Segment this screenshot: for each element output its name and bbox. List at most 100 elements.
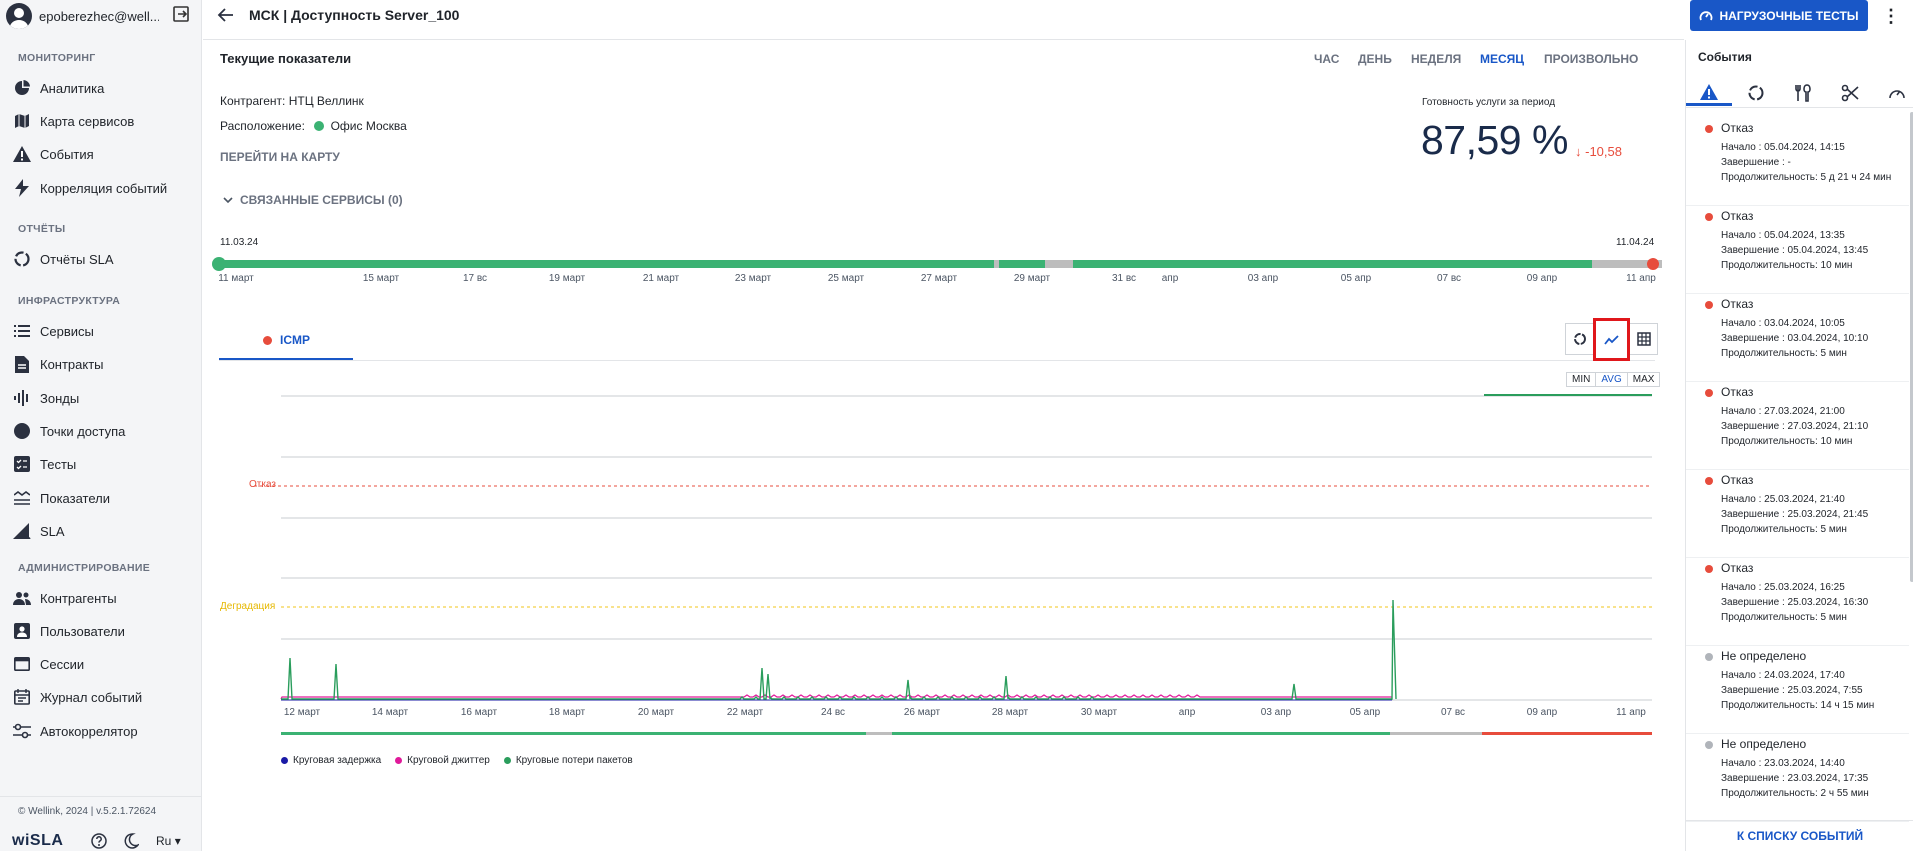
- line-chart-icon: [1603, 334, 1619, 345]
- contractor-text: Контрагент: НТЦ Веллинк: [220, 94, 364, 108]
- event-duration: Продолжительность: 5 д 21 ч 24 мин: [1721, 172, 1892, 183]
- user-email: epoberezhec@well...: [39, 8, 159, 24]
- tab-icmp-label: ICMP: [280, 333, 310, 347]
- gauge-icon: [1700, 10, 1713, 20]
- sidebar-item-correlation[interactable]: Корреляция событий: [12, 176, 192, 200]
- agg-avg[interactable]: AVG: [1595, 373, 1626, 386]
- timeline-segment-ok: [999, 260, 1045, 268]
- tab-alerts[interactable]: [1686, 80, 1732, 106]
- legend-label: Круговая задержка: [293, 755, 382, 766]
- event-item[interactable]: Отказ Начало : 03.04.2024, 10:05 Завершени…: [1686, 294, 1909, 382]
- section-monitoring: МОНИТОРИНГ: [18, 52, 96, 64]
- event-end: Завершение : 27.03.2024, 21:10: [1721, 421, 1869, 432]
- chart-tick-label: 22 март: [726, 707, 764, 718]
- timeline-tick-label: 27 март: [920, 273, 958, 284]
- period-month[interactable]: МЕСЯЦ: [1480, 52, 1524, 66]
- event-duration: Продолжительность: 10 мин: [1721, 436, 1853, 447]
- logout-icon[interactable]: [172, 5, 190, 23]
- agg-max[interactable]: MAX: [1626, 373, 1660, 386]
- more-options-icon[interactable]: ⋮: [1882, 6, 1900, 27]
- user-menu[interactable]: epoberezhec@well...: [6, 3, 196, 29]
- sidebar-divider: [0, 796, 202, 797]
- event-item[interactable]: Не определено Начало : 23.03.2024, 14:40 З…: [1686, 734, 1909, 822]
- sidebar-item-analytics[interactable]: Аналитика: [12, 76, 192, 100]
- timeline-tick-label: 21 март: [642, 273, 680, 284]
- timeline-start-handle[interactable]: [212, 257, 226, 271]
- chart-tick-label: 26 март: [903, 707, 941, 718]
- legend-item-loss[interactable]: Круговые потери пакетов: [503, 755, 633, 766]
- event-end: Завершение : 25.03.2024, 16:30: [1721, 597, 1869, 608]
- event-item[interactable]: Отказ Начало : 25.03.2024, 16:25 Завершени…: [1686, 558, 1909, 646]
- period-day[interactable]: ДЕНЬ: [1358, 52, 1392, 66]
- section-reports: ОТЧЁТЫ: [18, 223, 66, 235]
- sidebar-item-sla-reports[interactable]: Отчёты SLA: [12, 247, 192, 271]
- event-start: Начало : 03.04.2024, 10:05: [1721, 318, 1845, 329]
- agg-min[interactable]: MIN: [1567, 373, 1595, 386]
- chart-tick-label: 05 апр: [1349, 707, 1381, 718]
- tab-icmp[interactable]: ICMP: [263, 333, 310, 347]
- donut-icon: [1573, 333, 1586, 345]
- sidebar-item-label: Отчёты SLA: [40, 251, 114, 267]
- tab-gauge[interactable]: [1874, 80, 1913, 106]
- legend-item-delay[interactable]: Круговая задержка: [281, 755, 381, 766]
- sidebar-item-service-map[interactable]: Карта сервисов: [12, 109, 192, 133]
- event-status-dot: [1705, 653, 1713, 661]
- help-icon[interactable]: [91, 833, 107, 849]
- to-events-list-button[interactable]: К СПИСКУ СОБЫТИЙ: [1686, 820, 1913, 851]
- donut-view-button[interactable]: [1565, 323, 1594, 355]
- dark-mode-icon[interactable]: [123, 833, 139, 849]
- page-title: МСК | Доступность Server_100: [249, 7, 460, 23]
- sidebar-item-services[interactable]: Сервисы: [12, 319, 192, 343]
- events-panel-tabs: [1686, 76, 1913, 108]
- event-end: Завершение : 25.03.2024, 21:45: [1721, 509, 1869, 520]
- timeline-segment-undefined: [994, 260, 999, 268]
- tools-icon: [1795, 84, 1811, 102]
- timeline-tick-label: 25 март: [827, 273, 865, 284]
- event-item[interactable]: Отказ Начало : 27.03.2024, 21:00 Завершени…: [1686, 382, 1909, 470]
- sidebar-item-label: Карта сервисов: [40, 113, 135, 129]
- related-services-toggle[interactable]: СВЯЗАННЫЕ СЕРВИСЫ (0): [222, 193, 403, 207]
- go-to-map-link[interactable]: ПЕРЕЙТИ НА КАРТУ: [220, 150, 340, 164]
- legend-dot: [395, 757, 403, 764]
- event-start: Начало : 24.03.2024, 17:40: [1721, 670, 1845, 681]
- language-select[interactable]: Ru ▾: [156, 834, 181, 848]
- event-duration: Продолжительность: 2 ч 55 мин: [1721, 788, 1869, 799]
- event-item[interactable]: Отказ Начало : 25.03.2024, 21:40 Завершени…: [1686, 470, 1909, 558]
- period-custom[interactable]: ПРОИЗВОЛЬНО: [1544, 52, 1638, 66]
- refresh-icon: [12, 249, 32, 269]
- tab-tools[interactable]: [1780, 80, 1826, 106]
- load-tests-button[interactable]: НАГРУЗОЧНЫЕ ТЕСТЫ: [1690, 0, 1868, 31]
- table-view-button[interactable]: [1629, 323, 1658, 355]
- pie-chart-icon: [12, 78, 32, 98]
- timeline-end-handle[interactable]: [1647, 258, 1659, 270]
- timeline-segment-ok: [222, 260, 994, 268]
- event-status: Отказ: [1721, 209, 1754, 223]
- event-end: Завершение : 25.03.2024, 7:55: [1721, 685, 1863, 696]
- timeline-segment-undefined: [1045, 260, 1073, 268]
- period-week[interactable]: НЕДЕЛЯ: [1411, 52, 1461, 66]
- degradation-threshold-label: Деградация: [220, 601, 276, 612]
- event-item[interactable]: Отказ Начало : 05.04.2024, 14:15 Завершени…: [1686, 118, 1909, 206]
- event-duration: Продолжительность: 5 мин: [1721, 524, 1847, 535]
- period-hour[interactable]: ЧАС: [1314, 52, 1339, 66]
- legend-item-jitter[interactable]: Круговой джиттер: [395, 755, 490, 766]
- warning-icon: [1700, 83, 1718, 100]
- table-icon: [1636, 332, 1651, 346]
- event-start: Начало : 25.03.2024, 21:40: [1721, 494, 1845, 505]
- back-arrow-icon[interactable]: [217, 6, 235, 24]
- chart-tick-label: 09 апр: [1526, 707, 1558, 718]
- location-label: Расположение:: [220, 119, 305, 133]
- tab-scissors[interactable]: [1827, 80, 1873, 106]
- location-status-dot: [314, 121, 325, 131]
- sidebar-item-contracts[interactable]: Контракты: [12, 352, 192, 376]
- event-item[interactable]: Отказ Начало : 05.04.2024, 13:35 Завершени…: [1686, 206, 1909, 294]
- timeline-start-date: 11.03.24: [220, 237, 259, 248]
- event-item[interactable]: Не определено Начало : 24.03.2024, 17:40 З…: [1686, 646, 1909, 734]
- event-start: Начало : 05.04.2024, 14:15: [1721, 142, 1845, 153]
- avatar: [6, 3, 32, 29]
- sidebar-item-events[interactable]: События: [12, 142, 192, 166]
- legend-dot: [281, 757, 288, 764]
- tab-cycle[interactable]: [1733, 80, 1779, 106]
- line-chart-view-button[interactable]: [1593, 318, 1630, 361]
- icmp-line-chart[interactable]: [0, 390, 1680, 740]
